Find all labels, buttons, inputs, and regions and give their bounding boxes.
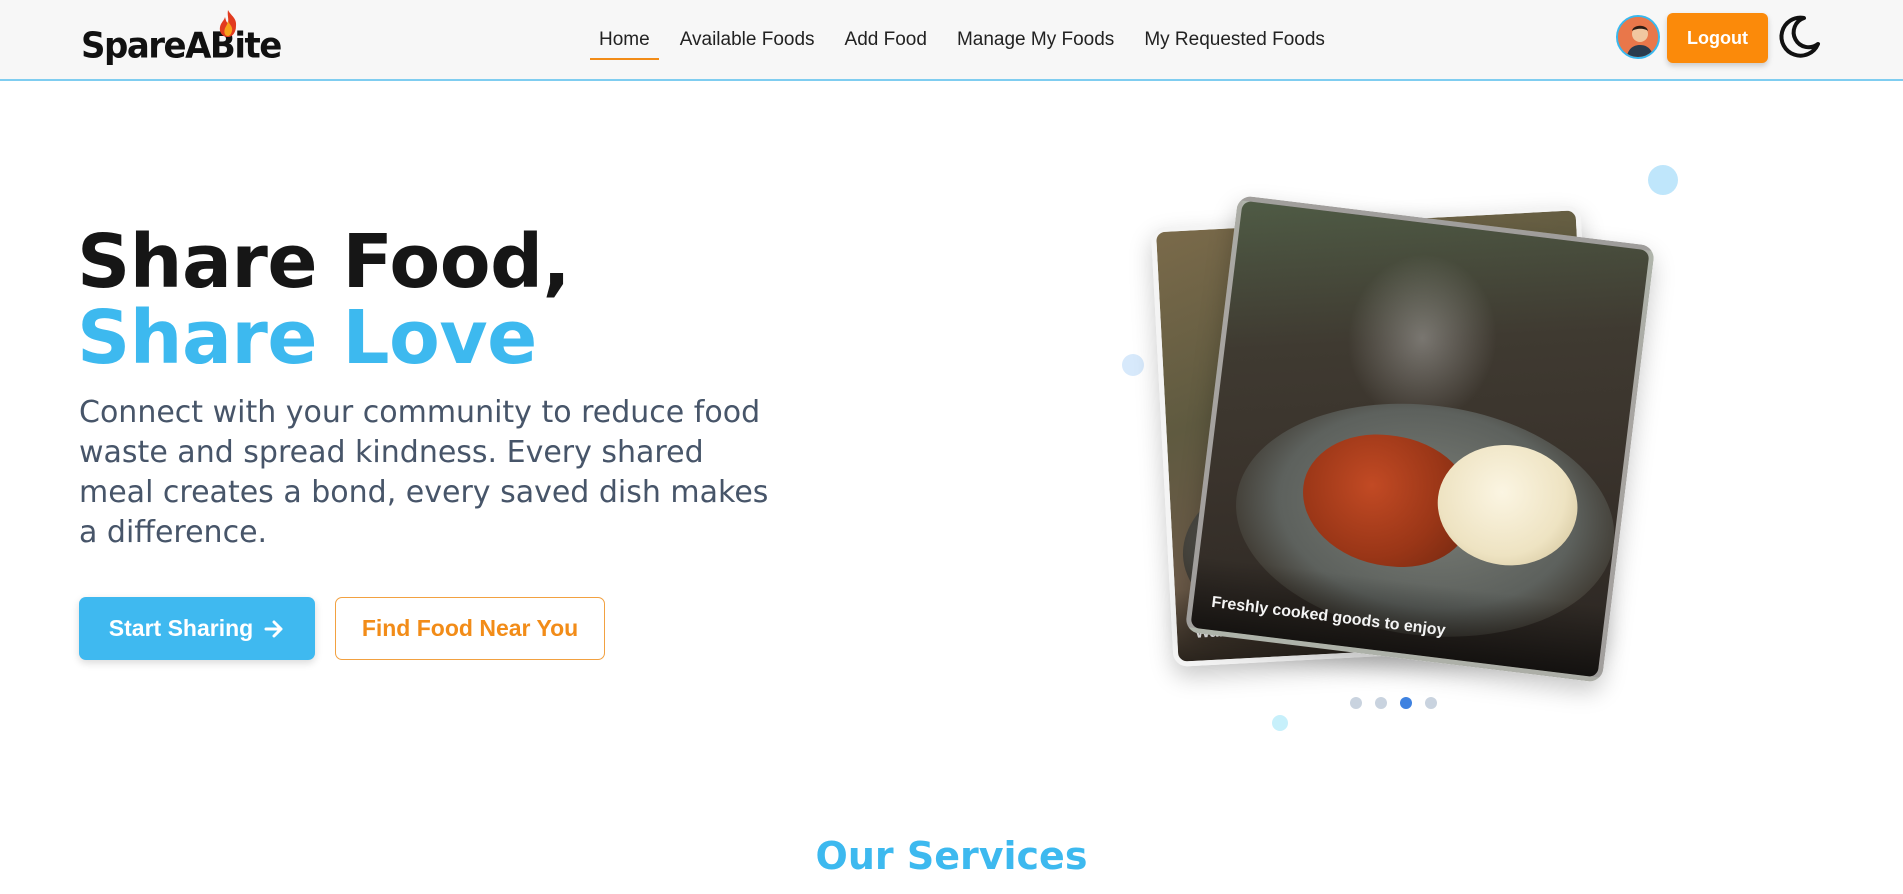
- nav-link-available-foods[interactable]: Available Foods: [671, 28, 824, 60]
- avatar-icon: [1618, 17, 1658, 57]
- nav-link-home[interactable]: Home: [590, 28, 659, 60]
- arrow-right-icon: [264, 620, 283, 637]
- start-sharing-button[interactable]: Start Sharing: [79, 597, 315, 660]
- hero-title-line2: Share Love: [77, 295, 537, 381]
- flame-icon: [219, 10, 237, 37]
- carousel-dot-3[interactable]: [1400, 697, 1412, 709]
- slide-caption: Freshly cooked goods to enjoy: [1210, 593, 1447, 640]
- carousel-slide-active[interactable]: Freshly cooked goods to enjoy: [1184, 195, 1656, 683]
- services-title: Our Services: [815, 834, 1088, 878]
- moon-icon[interactable]: [1776, 14, 1822, 60]
- carousel-dot-4[interactable]: [1425, 697, 1437, 709]
- hero-title-line1: Share Food,: [77, 219, 571, 305]
- find-food-button[interactable]: Find Food Near You: [335, 597, 605, 660]
- logout-button[interactable]: Logout: [1667, 13, 1768, 63]
- nav-link-add-food[interactable]: Add Food: [836, 28, 936, 60]
- decor-circle: [1122, 354, 1144, 376]
- brand-name: SpareABite: [81, 25, 282, 67]
- hero-subtitle: Connect with your community to reduce fo…: [79, 395, 769, 550]
- decor-circle: [1648, 165, 1678, 195]
- nav-link-manage-my-foods[interactable]: Manage My Foods: [948, 28, 1123, 60]
- carousel-dot-1[interactable]: [1350, 697, 1362, 709]
- nav-link-my-requested-foods[interactable]: My Requested Foods: [1135, 28, 1334, 60]
- carousel-dots: [1350, 697, 1437, 709]
- decor-circle: [1272, 715, 1288, 731]
- start-sharing-label: Start Sharing: [108, 615, 254, 641]
- navbar: SpareABite Home Available Foods Add Food…: [0, 0, 1903, 81]
- main-nav: Home Available Foods Add Food Manage My …: [590, 28, 1346, 60]
- carousel-dot-2[interactable]: [1375, 697, 1387, 709]
- user-avatar[interactable]: [1616, 15, 1660, 59]
- brand-logo[interactable]: SpareABite: [81, 10, 282, 67]
